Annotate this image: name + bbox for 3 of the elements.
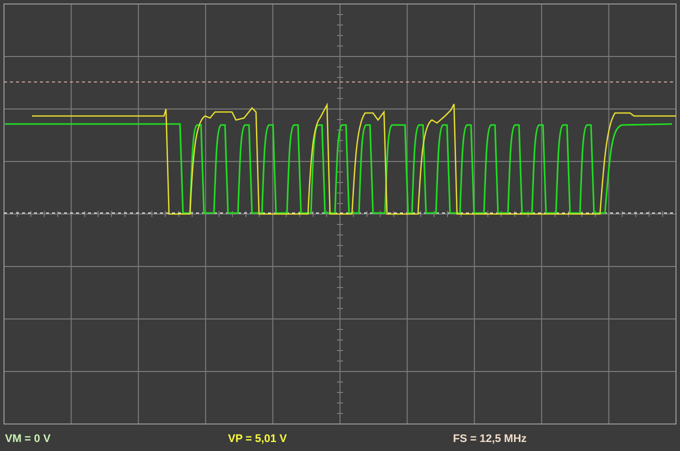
readout-text: VM = 0 V [5,432,52,447]
readout-text: FS = 12,5 MHz [453,432,528,447]
readout-text: VP = 5,01 V [228,432,288,447]
